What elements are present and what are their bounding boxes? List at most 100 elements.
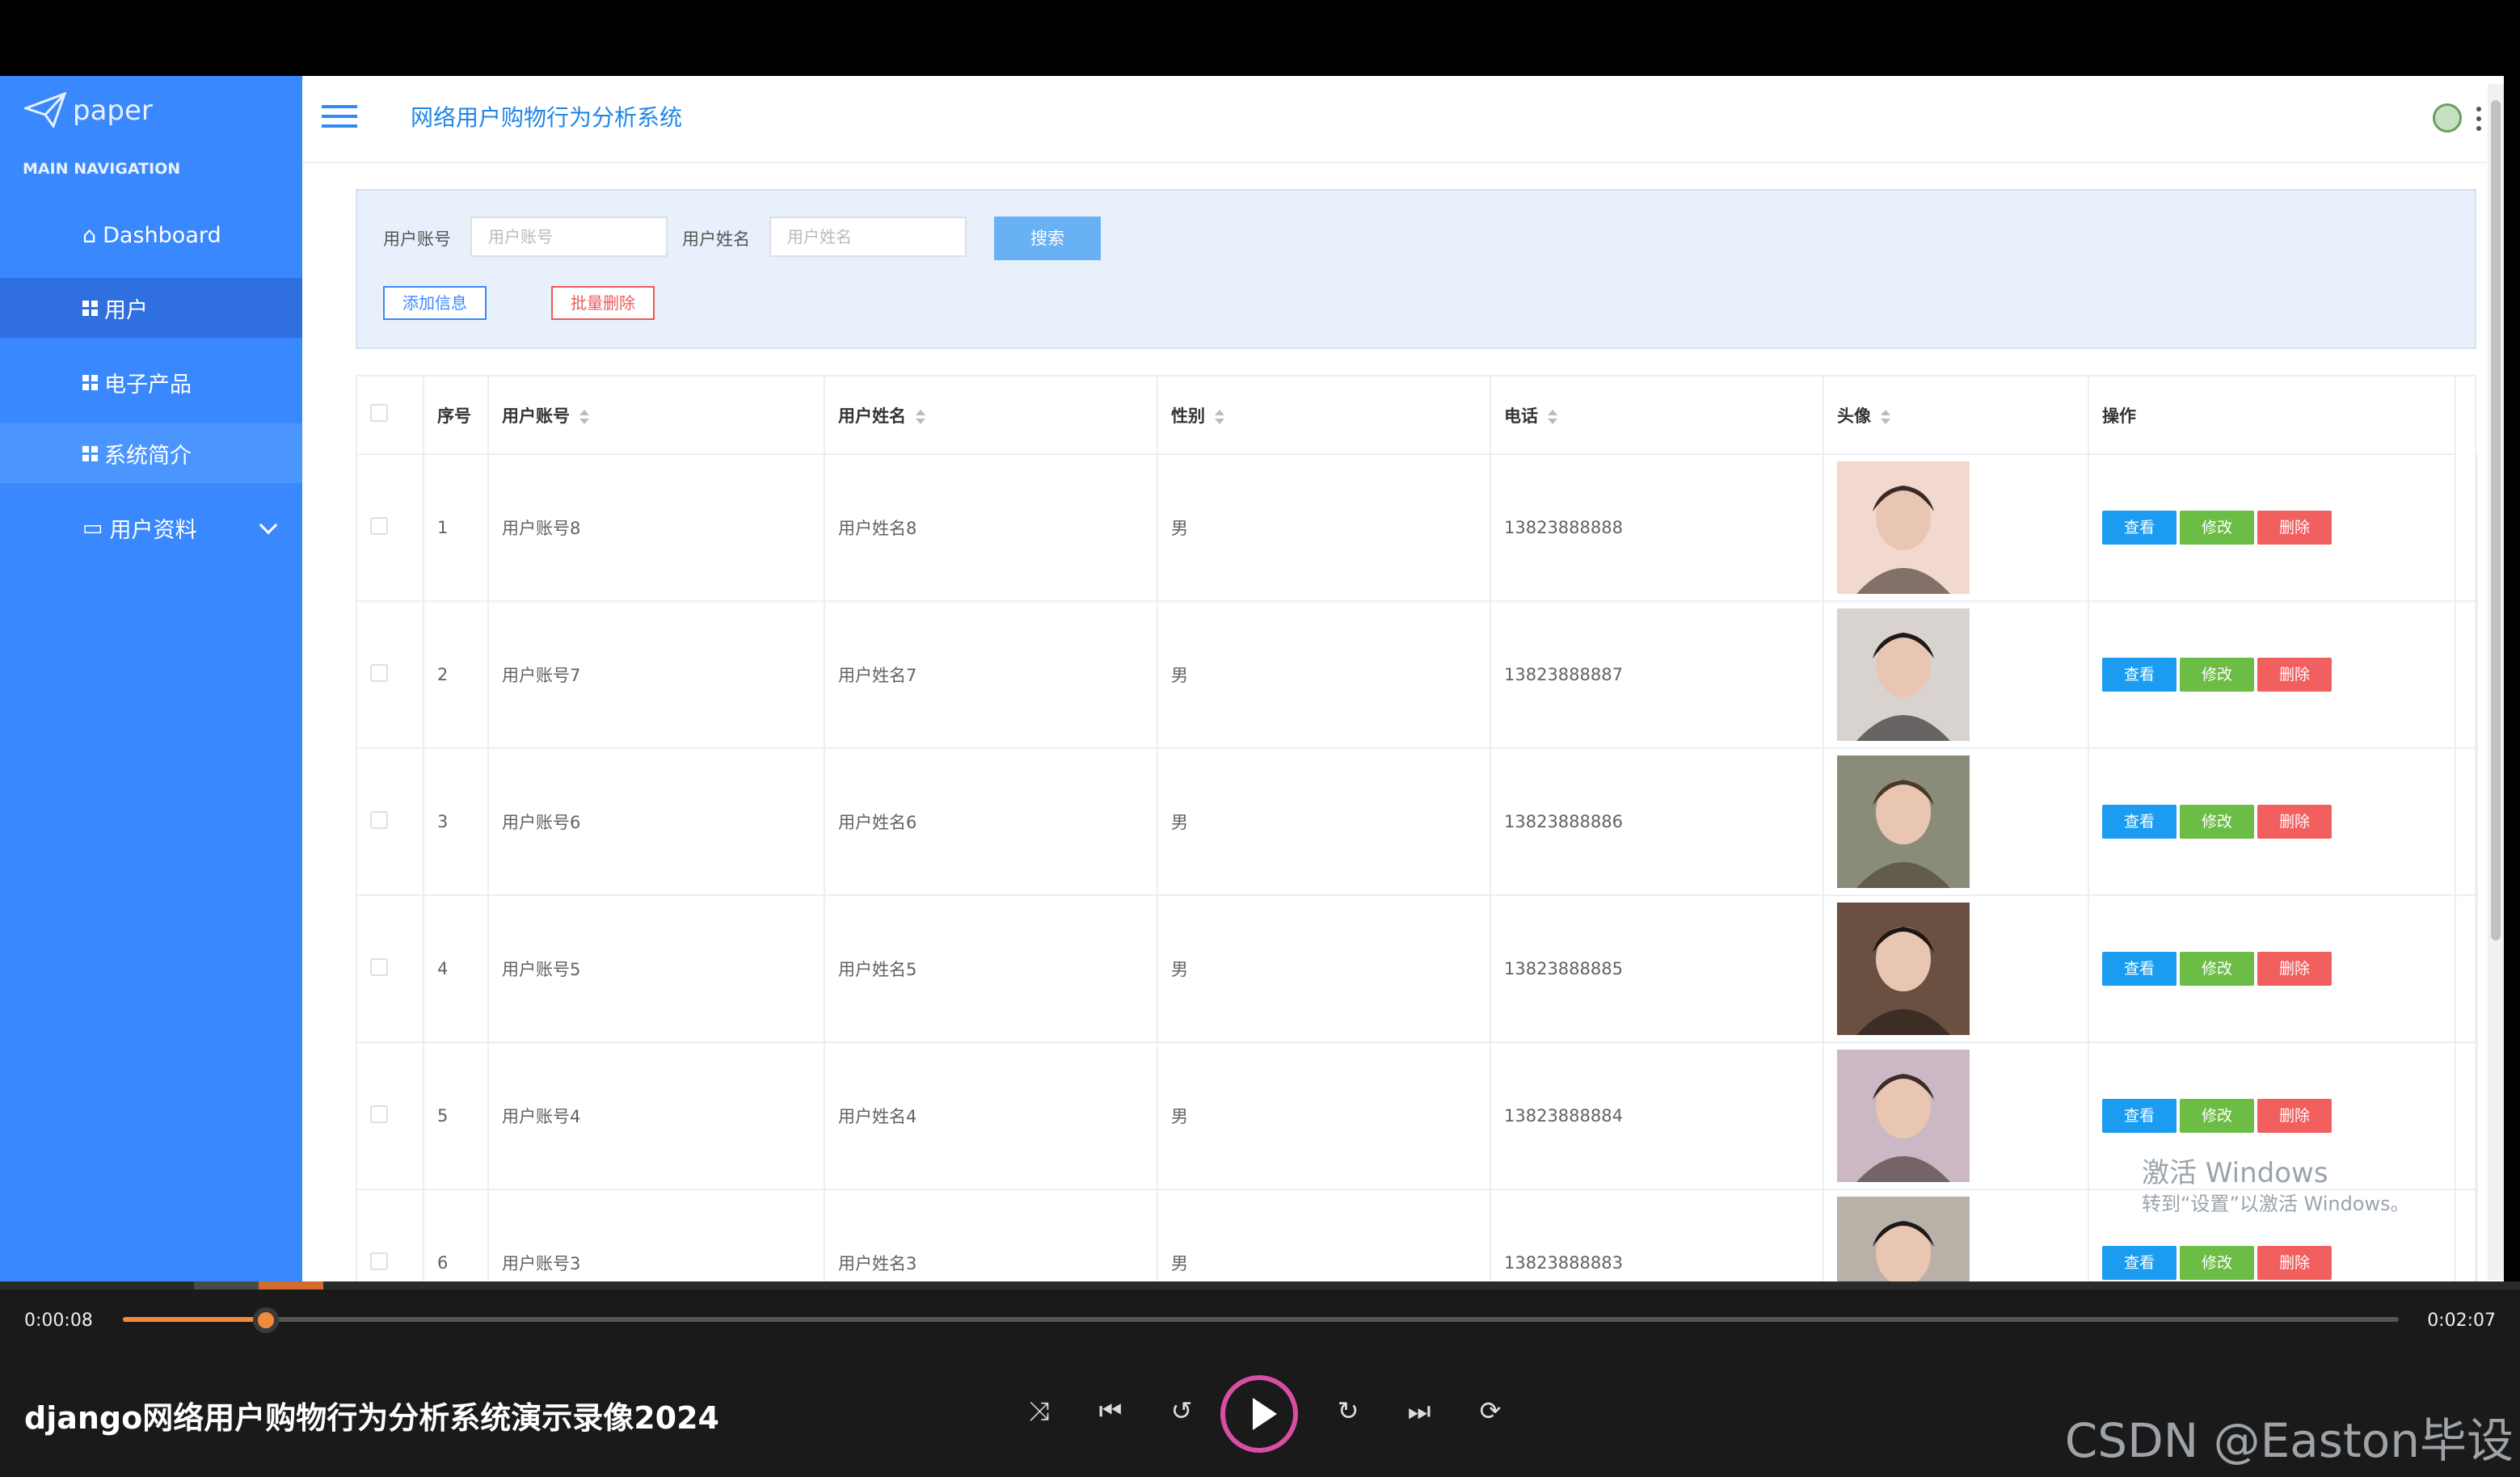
sidebar-item-electronics[interactable]: 电子产品 (0, 352, 302, 412)
vertical-scrollbar[interactable] (2488, 84, 2504, 1280)
column-header-phone[interactable]: 电话 (1490, 377, 1824, 455)
row-gender: 男 (1157, 1189, 1491, 1281)
column-header-avatar[interactable]: 头像 (1823, 377, 2089, 455)
row-select-cell[interactable] (357, 1042, 424, 1190)
name-search-input[interactable]: 用户姓名 (769, 217, 967, 257)
row-avatar-cell (1823, 748, 2089, 896)
delete-button[interactable]: 删除 (2257, 805, 2332, 839)
row-select-cell[interactable] (357, 895, 424, 1043)
row-checkbox[interactable] (370, 1105, 388, 1123)
row-checkbox[interactable] (370, 810, 388, 829)
row-actions: 查看 修改 删除 (2088, 454, 2457, 602)
view-button[interactable]: 查看 (2102, 511, 2177, 545)
edit-button[interactable]: 修改 (2180, 952, 2254, 986)
row-avatar-cell (1823, 895, 2089, 1043)
folder-icon: ▭ (82, 515, 103, 541)
column-header-label: 头像 (1837, 406, 1871, 426)
rewind-10-icon[interactable]: ↺ (1165, 1395, 1198, 1427)
sidebar-item-dashboard[interactable]: ⌂ Dashboard (0, 205, 302, 265)
select-all-checkbox[interactable] (370, 404, 388, 422)
video-player-bar: 0:00:08 0:02:07 django网络用户购物行为分析系统演示录像20… (0, 1281, 2520, 1477)
add-info-button[interactable]: 添加信息 (383, 286, 487, 320)
sidebar-item-user-profile[interactable]: ▭ 用户资料 (0, 498, 302, 558)
column-header-account[interactable]: 用户账号 (488, 377, 825, 455)
row-account: 用户账号7 (488, 601, 825, 749)
delete-button[interactable]: 删除 (2257, 952, 2332, 986)
row-spacer (2455, 895, 2478, 1043)
column-header-name[interactable]: 用户姓名 (824, 377, 1158, 455)
row-index: 3 (424, 748, 489, 896)
row-spacer (2455, 748, 2478, 896)
sort-icon[interactable] (1881, 409, 1890, 424)
delete-button[interactable]: 删除 (2257, 1099, 2332, 1133)
edit-button[interactable]: 修改 (2180, 658, 2254, 692)
row-checkbox[interactable] (370, 957, 388, 976)
sort-icon[interactable] (1215, 409, 1224, 424)
sort-icon[interactable] (916, 409, 925, 424)
repeat-icon[interactable]: ⟳ (1474, 1395, 1507, 1427)
row-name: 用户姓名5 (824, 895, 1158, 1043)
row-gender: 男 (1157, 895, 1491, 1043)
user-photo (1837, 903, 1970, 1035)
sort-icon[interactable] (1548, 409, 1557, 424)
table-header-row: 序号 用户账号 用户姓名 性别 电话 头像 操作 (357, 377, 2477, 455)
row-name: 用户姓名4 (824, 1042, 1158, 1190)
app-root: paper MAIN NAVIGATION ⌂ Dashboard 用户 电子产… (0, 0, 2520, 1477)
row-index: 6 (424, 1189, 489, 1281)
thumbnail-strip (0, 1281, 2520, 1290)
view-button[interactable]: 查看 (2102, 658, 2177, 692)
seek-handle[interactable] (253, 1307, 280, 1333)
top-bar: 网络用户购物行为分析系统 (302, 76, 2504, 163)
row-phone: 13823888886 (1490, 748, 1824, 896)
edit-button[interactable]: 修改 (2180, 1246, 2254, 1280)
row-checkbox[interactable] (370, 1252, 388, 1270)
user-photo (1837, 461, 1970, 594)
view-button[interactable]: 查看 (2102, 1099, 2177, 1133)
shuffle-icon[interactable]: ⤨ (1023, 1395, 1056, 1427)
play-button[interactable] (1220, 1375, 1298, 1453)
row-select-cell[interactable] (357, 454, 424, 602)
search-button[interactable]: 搜索 (994, 217, 1101, 260)
more-options-icon[interactable] (2476, 107, 2481, 131)
row-checkbox[interactable] (370, 516, 388, 535)
sidebar-item-users[interactable]: 用户 (0, 278, 325, 338)
delete-button[interactable]: 删除 (2257, 511, 2332, 545)
previous-icon[interactable]: ⏮ (1094, 1395, 1127, 1427)
delete-button[interactable]: 删除 (2257, 1246, 2332, 1280)
video-title: django网络用户购物行为分析系统演示录像2024 (24, 1400, 719, 1436)
user-avatar[interactable] (2433, 103, 2462, 133)
view-button[interactable]: 查看 (2102, 1246, 2177, 1280)
sidebar-item-label: 系统简介 (104, 443, 192, 469)
seek-progress (123, 1317, 267, 1322)
row-spacer (2455, 601, 2478, 749)
next-icon[interactable]: ⏭ (1403, 1395, 1435, 1427)
edit-button[interactable]: 修改 (2180, 511, 2254, 545)
edit-button[interactable]: 修改 (2180, 1099, 2254, 1133)
scrollbar-thumb[interactable] (2491, 100, 2501, 940)
column-header-gender[interactable]: 性别 (1157, 377, 1491, 455)
delete-button[interactable]: 删除 (2257, 658, 2332, 692)
sidebar-item-system-intro[interactable]: 系统简介 (0, 423, 338, 483)
row-spacer (2455, 1189, 2478, 1281)
menu-toggle-icon[interactable] (322, 105, 357, 129)
account-search-input[interactable]: 用户账号 (470, 217, 668, 257)
select-all-cell[interactable] (357, 377, 424, 455)
forward-30-icon[interactable]: ↻ (1332, 1395, 1364, 1427)
row-phone: 13823888887 (1490, 601, 1824, 749)
view-button[interactable]: 查看 (2102, 952, 2177, 986)
batch-delete-button[interactable]: 批量删除 (551, 286, 655, 320)
sort-icon[interactable] (579, 409, 589, 424)
edit-button[interactable]: 修改 (2180, 805, 2254, 839)
seek-bar[interactable] (123, 1317, 2399, 1322)
row-select-cell[interactable] (357, 1189, 424, 1281)
logo[interactable]: paper (24, 92, 153, 129)
row-select-cell[interactable] (357, 748, 424, 896)
row-index: 2 (424, 601, 489, 749)
row-account: 用户账号6 (488, 748, 825, 896)
sidebar-item-label: Dashboard (103, 222, 221, 248)
row-select-cell[interactable] (357, 601, 424, 749)
row-name: 用户姓名3 (824, 1189, 1158, 1281)
row-checkbox[interactable] (370, 663, 388, 682)
row-phone: 13823888884 (1490, 1042, 1824, 1190)
view-button[interactable]: 查看 (2102, 805, 2177, 839)
